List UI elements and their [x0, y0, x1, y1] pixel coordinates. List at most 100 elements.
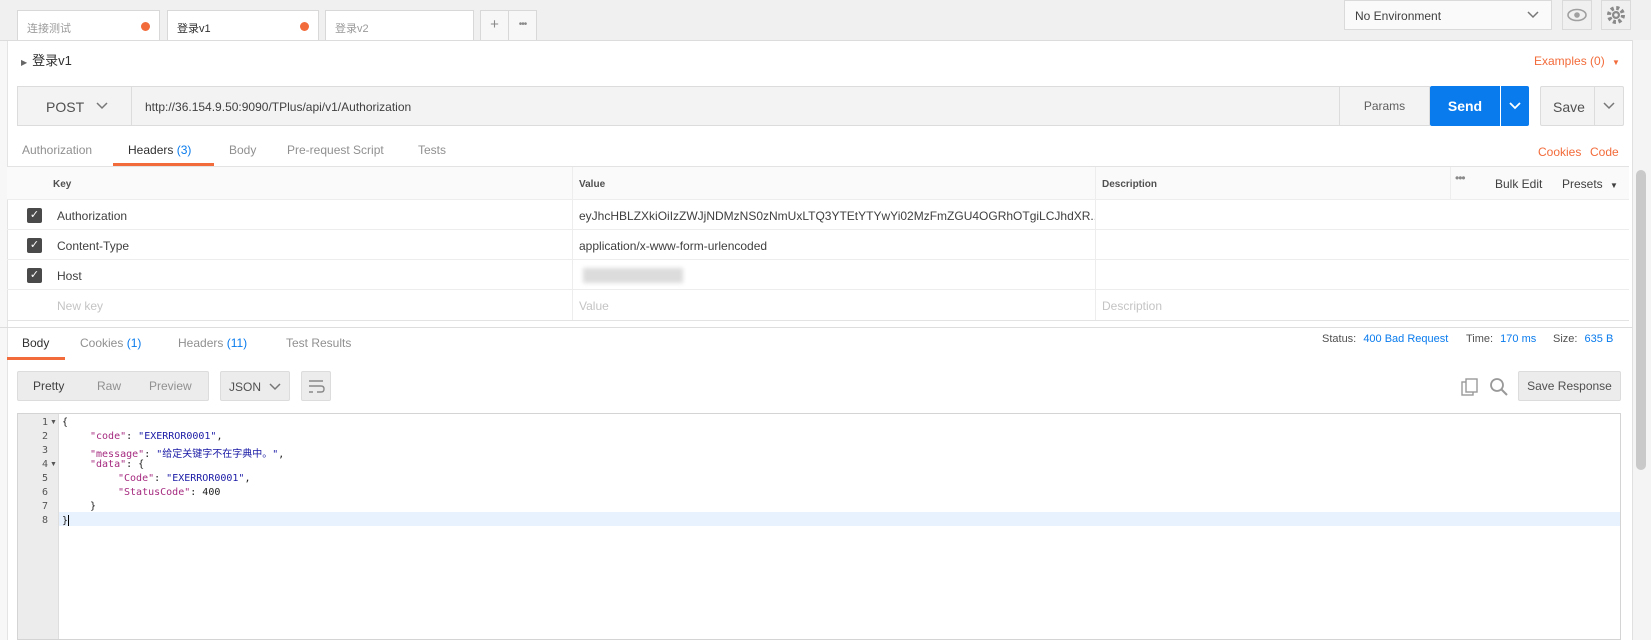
wrap-lines-button[interactable] [301, 371, 331, 401]
tab-body[interactable]: Body [229, 143, 256, 157]
format-label: JSON [229, 380, 262, 394]
view-preview-button[interactable]: Preview [149, 372, 192, 400]
examples-dropdown[interactable]: Examples (0) ▼ [1534, 54, 1620, 68]
line-number: 2 [41, 431, 48, 442]
new-key-input[interactable]: New key [57, 290, 103, 320]
chevron-down-icon[interactable] [1603, 102, 1615, 110]
new-tab-button[interactable]: + [480, 10, 509, 40]
header-value[interactable]: application/x-www-form-urlencoded [572, 230, 1096, 259]
url-text: http://36.154.9.50:9090/TPlus/api/v1/Aut… [145, 100, 412, 114]
column-key-header: Key [53, 179, 72, 190]
tab-authorization[interactable]: Authorization [22, 143, 92, 157]
fold-caret-icon[interactable]: ▼ [50, 419, 57, 426]
plus-icon: + [490, 16, 499, 33]
environment-quick-look-button[interactable] [1562, 0, 1592, 30]
active-line-highlight [59, 512, 1620, 526]
copy-button[interactable] [1460, 377, 1480, 400]
table-row: ✓ Host [7, 260, 1629, 290]
response-tab-headers[interactable]: Headers (11) [178, 336, 247, 350]
response-body-editor[interactable]: 1 ▼ 2 3 4 ▼ 5 6 7 8 { "code": "EXERROR00… [17, 413, 1621, 640]
header-key[interactable]: Content-Type [57, 230, 129, 259]
code-line: } [62, 515, 70, 527]
save-button[interactable]: Save [1553, 99, 1585, 115]
presets-dropdown[interactable]: Presets ▼ [1562, 167, 1618, 199]
header-description[interactable] [1095, 200, 1629, 229]
cookies-link[interactable]: Cookies [1538, 145, 1581, 159]
presets-label: Presets [1562, 177, 1603, 191]
column-divider [1450, 167, 1451, 199]
new-header-row: New key Value Description [7, 290, 1629, 320]
status-label: Status: [1322, 333, 1357, 345]
json-string: "EXERROR0001" [138, 431, 217, 442]
eye-icon [1567, 8, 1587, 22]
response-divider [0, 327, 1651, 328]
response-tab-cookies[interactable]: Cookies (1) [80, 336, 141, 350]
environment-select[interactable]: No Environment [1344, 0, 1552, 30]
view-pretty-button[interactable]: Pretty [33, 372, 64, 400]
unsaved-dot-icon [141, 22, 150, 31]
tab-tests[interactable]: Tests [418, 143, 446, 157]
tab-label: 连接测试 [27, 23, 71, 35]
send-dropdown-button[interactable] [1501, 86, 1529, 126]
code-line: "StatusCode": 400 [118, 487, 221, 498]
header-description[interactable] [1095, 260, 1629, 289]
header-enabled-checkbox[interactable]: ✓ [27, 268, 42, 283]
chevron-down-icon [96, 102, 108, 110]
tab-more-button[interactable]: ••• [508, 10, 537, 40]
caret-right-icon: ▶ [21, 58, 28, 67]
header-enabled-checkbox[interactable]: ✓ [27, 208, 42, 223]
caret-down-icon: ▼ [1612, 58, 1620, 67]
header-key[interactable]: Authorization [57, 200, 127, 229]
new-value-input[interactable]: Value [572, 290, 1096, 320]
request-name[interactable]: ▶ 登录v1 [21, 50, 72, 69]
code-link[interactable]: Code [1590, 145, 1619, 159]
manage-environments-button[interactable] [1601, 0, 1631, 30]
tab-label: 登录v1 [177, 23, 211, 35]
url-input[interactable]: http://36.154.9.50:9090/TPlus/api/v1/Aut… [131, 86, 1340, 126]
response-tab-test-results[interactable]: Test Results [286, 336, 351, 350]
search-icon [1490, 378, 1508, 396]
code-line: "code": "EXERROR0001", [90, 431, 223, 442]
json-key: "data" [90, 459, 127, 470]
scrollbar-thumb[interactable] [1636, 170, 1646, 470]
save-response-button[interactable]: Save Response [1518, 371, 1621, 401]
json-key: "Code" [118, 473, 155, 484]
more-icon: ••• [518, 19, 527, 30]
header-value[interactable]: eyJhcHBLZXkiOiIzZWJjNDMzNS0zNmUxLTQ3YTEt… [572, 200, 1096, 229]
chevron-down-icon [269, 383, 281, 391]
response-headers-count: (11) [226, 336, 248, 350]
header-value[interactable] [572, 260, 1096, 289]
response-tab-body[interactable]: Body [22, 336, 49, 350]
params-button[interactable]: Params [1339, 86, 1430, 126]
method-select[interactable]: POST [17, 86, 132, 126]
tab-headers[interactable]: Headers (3) [128, 143, 191, 157]
line-number: 6 [41, 487, 48, 498]
more-options-icon[interactable]: ••• [1455, 171, 1466, 203]
tab-headers-label: Headers [128, 143, 174, 157]
response-time: Time: 170 ms [1466, 333, 1536, 345]
header-enabled-checkbox[interactable]: ✓ [27, 238, 42, 253]
view-raw-button[interactable]: Raw [97, 372, 121, 400]
tab-login-v1[interactable]: 登录v1 [167, 10, 319, 40]
send-button[interactable]: Send [1430, 86, 1500, 126]
tab-connection-test[interactable]: 连接测试 [17, 10, 160, 40]
response-cookies-count: (1) [126, 336, 142, 350]
size-label: Size: [1553, 333, 1578, 345]
code-line: "data": { [90, 459, 145, 470]
save-button-group[interactable]: Save [1540, 86, 1624, 126]
search-button[interactable] [1489, 377, 1509, 400]
time-value: 170 ms [1500, 333, 1537, 345]
fold-caret-icon[interactable]: ▼ [50, 461, 57, 468]
request-name-text: 登录v1 [32, 53, 72, 68]
header-description[interactable] [1095, 230, 1629, 259]
tab-prerequest-script[interactable]: Pre-request Script [287, 143, 384, 157]
format-select[interactable]: JSON [220, 371, 290, 401]
code-line: { [62, 417, 68, 428]
table-row: ✓ Content-Type application/x-www-form-ur… [7, 230, 1629, 260]
bulk-edit-link[interactable]: Bulk Edit [1495, 167, 1542, 199]
header-key[interactable]: Host [57, 260, 82, 289]
table-row: ✓ Authorization eyJhcHBLZXkiOiIzZWJjNDMz… [7, 200, 1629, 230]
tab-login-v2[interactable]: 登录v2 [325, 10, 474, 40]
wrap-icon [309, 380, 325, 393]
new-description-input[interactable]: Description [1095, 290, 1629, 320]
